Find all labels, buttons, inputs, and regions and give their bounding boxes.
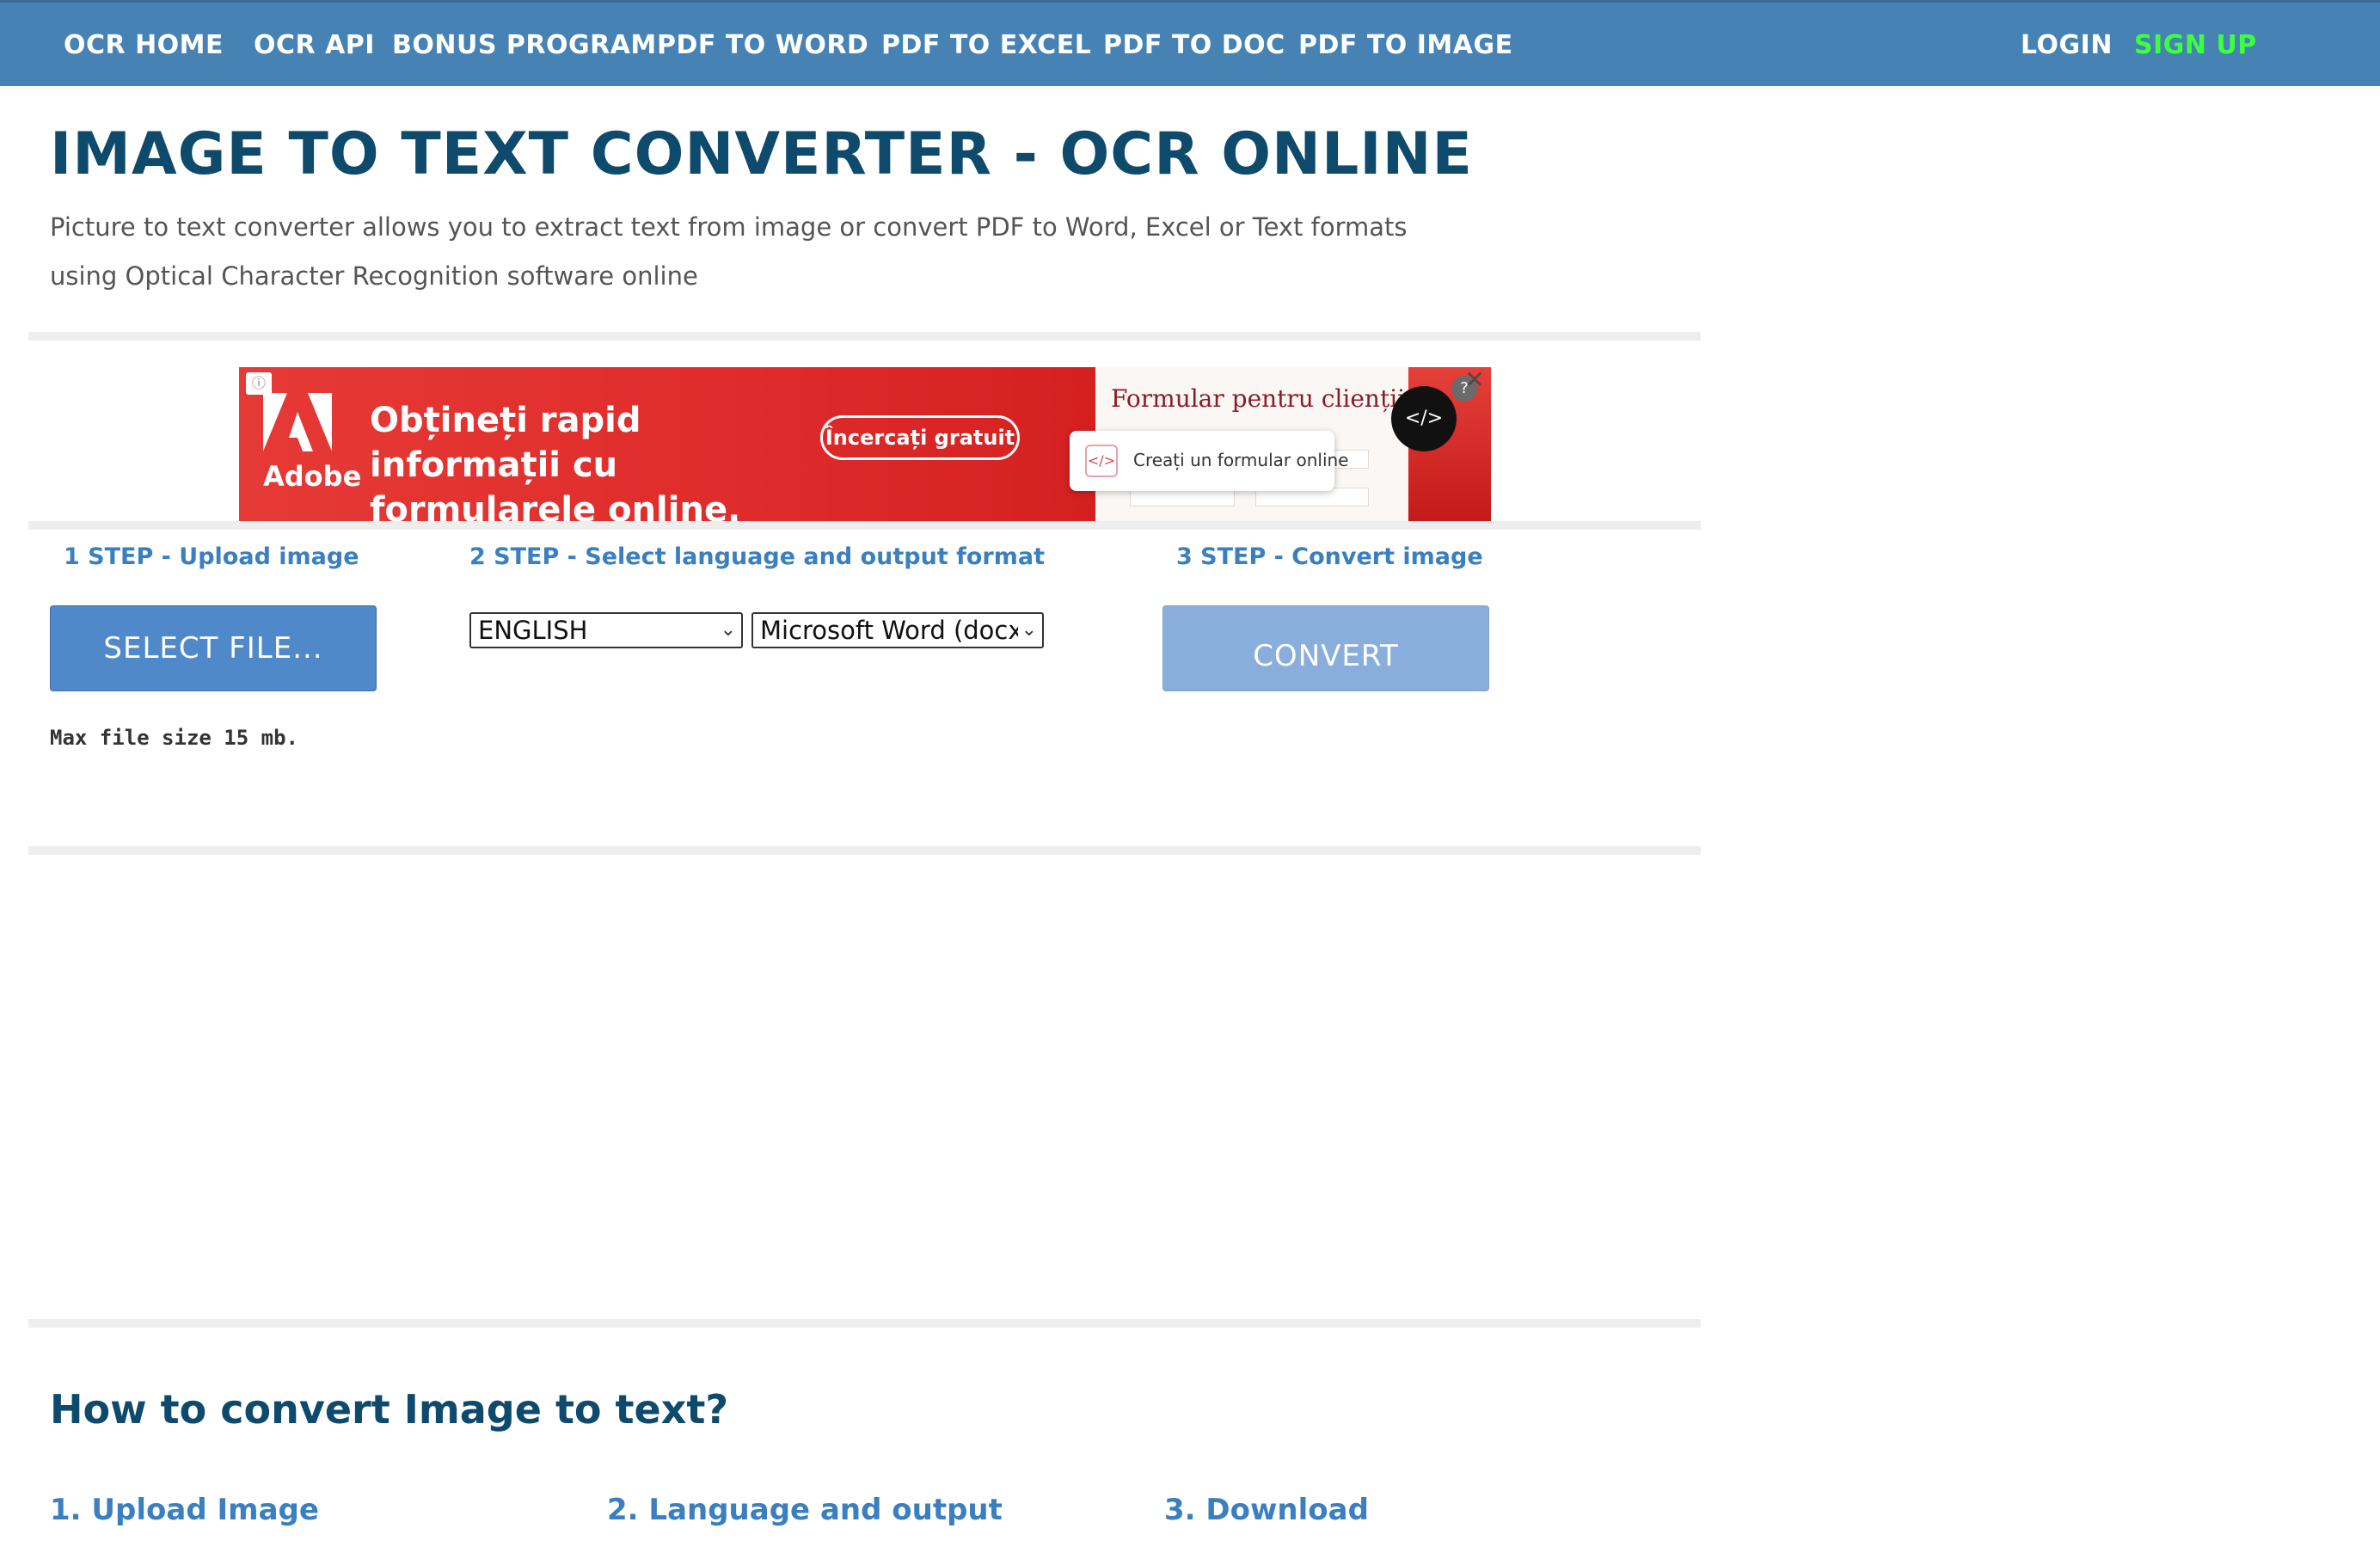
max-file-size-note: Max file size 15 mb. [50, 726, 298, 750]
step3-label: 3 STEP - Convert image [1176, 543, 1483, 570]
section-divider [28, 1319, 1701, 1328]
nav-pdf-to-doc[interactable]: PDF TO DOC [1103, 3, 1285, 89]
code-icon: </> [1391, 386, 1457, 451]
select-file-button[interactable]: SELECT FILE... [50, 605, 377, 691]
nav-pdf-to-image[interactable]: PDF TO IMAGE [1298, 3, 1513, 89]
step2-label: 2 STEP - Select language and output form… [469, 543, 1046, 570]
nav-bonus-program[interactable]: BONUS PROGRAM [392, 3, 657, 89]
output-format-select[interactable]: Microsoft Word (docx) ⌄ [751, 612, 1044, 648]
advertisement-banner[interactable]: ⓘ Adobe Obțineți rapid informații cu for… [239, 367, 1491, 522]
step1-label: 1 STEP - Upload image [64, 543, 359, 570]
login-link[interactable]: LOGIN [2021, 3, 2113, 89]
code-icon: </> [1085, 445, 1118, 477]
section-divider [28, 846, 1701, 855]
ad-choices-icon[interactable]: ⓘ [246, 372, 272, 395]
signup-link[interactable]: SIGN UP [2134, 3, 2257, 89]
ad-brand: Adobe [263, 460, 362, 493]
output-format-value: Microsoft Word (docx) [760, 616, 1033, 645]
language-select[interactable]: ENGLISH ⌄ [469, 612, 743, 648]
chevron-down-icon: ⌄ [1017, 614, 1037, 647]
chevron-down-icon: ⌄ [716, 614, 736, 647]
page-subtitle: Picture to text converter allows you to … [50, 212, 1408, 291]
how-step-language: 2. Language and output [607, 1493, 1003, 1527]
language-select-value: ENGLISH [478, 616, 588, 645]
close-icon[interactable]: ✕ [1462, 367, 1488, 393]
nav-ocr-home[interactable]: OCR HOME [64, 3, 224, 89]
ad-headline: Obțineți rapid informații cu formularele… [370, 401, 741, 522]
how-step-upload: 1. Upload Image [50, 1493, 319, 1527]
top-navigation-bar: OCR HOME OCR API BONUS PROGRAM PDF TO WO… [0, 0, 2380, 86]
section-divider [28, 521, 1701, 530]
section-divider [28, 332, 1701, 341]
how-step-download: 3. Download [1164, 1493, 1369, 1527]
nav-ocr-api[interactable]: OCR API [254, 3, 375, 89]
ad-popup-card: </> Creați un formular online [1070, 431, 1348, 491]
adobe-logo-icon [263, 393, 332, 451]
page-title: IMAGE TO TEXT CONVERTER - OCR ONLINE [50, 120, 1473, 188]
how-to-title: How to convert Image to text? [50, 1386, 729, 1433]
nav-pdf-to-word[interactable]: PDF TO WORD [657, 3, 868, 89]
ad-cta-button[interactable]: Încercați gratuit [820, 415, 1020, 460]
convert-button[interactable]: CONVERT [1162, 605, 1489, 691]
ad-popup-text: Creați un formular online [1133, 450, 1349, 470]
nav-pdf-to-excel[interactable]: PDF TO EXCEL [881, 3, 1091, 89]
